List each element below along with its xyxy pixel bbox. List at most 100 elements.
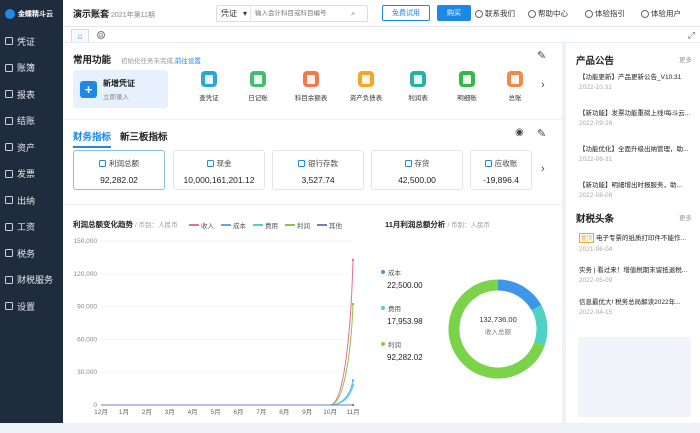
home-tab[interactable]: ⌂ <box>71 29 89 42</box>
function-item-4[interactable]: 利润表 <box>396 71 440 102</box>
sidebar-item-8[interactable]: 税务 <box>0 240 63 267</box>
legend-item[interactable]: 收入 <box>189 220 214 230</box>
sidebar-item-2[interactable]: 报表 <box>0 81 63 108</box>
y-tick-label: 90,000 <box>77 304 97 311</box>
sidebar-item-7[interactable]: 工资 <box>0 214 63 241</box>
asset-icon <box>5 143 13 152</box>
function-item-2[interactable]: 科目余额表 <box>289 71 333 102</box>
tab-financial-indicators[interactable]: 财务指标 <box>73 129 112 148</box>
sidebar-item-5[interactable]: 发票 <box>0 161 63 188</box>
contact-us-link[interactable]: 联系我们 <box>475 8 515 19</box>
sidebar-item-10[interactable]: 设置 <box>0 293 63 320</box>
user-menu[interactable]: 体验用户 <box>641 8 681 19</box>
edit-icon[interactable]: ✎ <box>537 49 546 62</box>
metric-value: 92,282.02 <box>100 175 138 185</box>
announcement-date: 2022-10.31 <box>579 84 612 91</box>
help-icon <box>528 9 536 18</box>
series-point <box>351 379 355 382</box>
tax-news-item[interactable]: 实务 | 看过来！增值税期末留抵退税... 2022-05-09 <box>579 264 694 284</box>
metric-label: 现金 <box>216 159 232 168</box>
function-item-3[interactable]: 资产负债表 <box>344 71 388 102</box>
function-item-0[interactable]: 查凭证 <box>187 71 231 102</box>
brand-logo[interactable]: 金蝶精斗云 <box>0 0 63 28</box>
edit-indicators-icon[interactable]: ✎ <box>537 127 546 140</box>
metric-card-0[interactable]: 利润总额 92,282.02 <box>73 150 165 190</box>
tab-more-icon[interactable]: ⊙ <box>97 31 105 39</box>
announcement-text: 【功能更新】产品更新公告_V10.31 <box>579 74 682 81</box>
metric-label-row: 存货 <box>372 158 462 169</box>
announcement-item[interactable]: 【新功能】发票功能重磅上线!每斗云... 2022-09-26 <box>579 107 694 127</box>
new-voucher-label: 新增凭证 <box>103 78 135 88</box>
tax-news-item[interactable]: 置顶 电子专票的纸质打印件不能作... 2021-06-04 <box>579 232 694 253</box>
function-item-6[interactable]: 总账 <box>493 71 537 102</box>
search-input[interactable] <box>255 10 351 17</box>
donut-legend-label: 利润 <box>388 342 401 349</box>
go-settings-link[interactable]: 前往设置 <box>175 58 201 65</box>
series-point <box>351 302 355 306</box>
tab-neeq-indicators[interactable]: 新三板指标 <box>120 129 168 143</box>
metric-icon <box>298 160 305 167</box>
search-icon[interactable]: ⌕ <box>351 9 355 19</box>
cashier-icon <box>5 196 13 205</box>
sidebar-item-1[interactable]: 账簿 <box>0 55 63 82</box>
metric-card-3[interactable]: 存货 42,500.00 <box>371 150 463 190</box>
legend-dot <box>381 306 385 310</box>
chevron-right-icon[interactable]: › <box>541 79 545 91</box>
sidebar-item-3[interactable]: 结账 <box>0 108 63 135</box>
announcement-item[interactable]: 【新功能】明細增出时报服务，助... 2022-08-08 <box>579 179 694 199</box>
donut-legend-value: 17,953.98 <box>387 317 423 326</box>
account-title[interactable]: 演示账套 2021年第11期 <box>73 7 155 20</box>
function-item-1[interactable]: 日记账 <box>236 71 280 102</box>
legend-label: 利润 <box>297 223 310 230</box>
function-icon <box>303 71 319 87</box>
series-line-0 <box>101 259 354 406</box>
buy-button[interactable]: 购买 <box>437 5 471 21</box>
tax-news-title: 财税头条 <box>576 214 615 225</box>
metric-label: 利润总额 <box>109 159 139 168</box>
legend-item[interactable]: 成本 <box>221 220 246 230</box>
trend-legend: 收入 成本 费用 利润 其他 <box>189 220 342 230</box>
search-type-select[interactable]: 凭证 ▾ <box>217 6 251 21</box>
tax-news-item[interactable]: 信息最优大! 税务总局解读2022年... 2022-04-15 <box>579 296 694 316</box>
metric-card-1[interactable]: 现金 10,000,161,201.12 <box>173 150 265 190</box>
sidebar-item-9[interactable]: 财税服务 <box>0 267 63 294</box>
announcement-item[interactable]: 【功能优化】全面升级出纳管理，助... 2022-08-31 <box>579 143 694 163</box>
legend-swatch <box>221 224 231 226</box>
function-icon <box>459 71 475 87</box>
sidebar-item-4[interactable]: 资产 <box>0 134 63 161</box>
function-label: 日记账 <box>248 95 268 102</box>
guide-link[interactable]: 体验指引 <box>585 8 625 19</box>
function-item-5[interactable]: 明细账 <box>445 71 489 102</box>
legend-item[interactable]: 其他 <box>317 220 342 230</box>
y-tick-label: 120,000 <box>74 271 98 278</box>
legend-item[interactable]: 费用 <box>253 220 278 230</box>
help-center-link[interactable]: 帮助中心 <box>528 8 568 19</box>
series-point <box>351 403 355 407</box>
document-icon <box>362 74 370 84</box>
sidebar-item-label: 报表 <box>17 89 36 100</box>
metric-label-row: 现金 <box>174 158 264 169</box>
fullscreen-icon[interactable]: ⤢ <box>688 30 695 41</box>
promo-banner[interactable] <box>578 337 691 417</box>
legend-item[interactable]: 利润 <box>285 220 310 230</box>
sidebar-item-6[interactable]: 出纳 <box>0 187 63 214</box>
announcements-more-link[interactable]: 更多 <box>679 54 692 64</box>
free-trial-button[interactable]: 免费试用 <box>382 5 430 21</box>
donut-center-value: 132,736.00 <box>479 315 517 324</box>
tax-news-text: 实务 | 看过来！增值税期末留抵退税... <box>579 267 688 274</box>
new-voucher-card[interactable]: + 新增凭证 立即录入 <box>73 70 168 108</box>
init-hint: 初始化任务未完成,前往设置 <box>121 58 201 65</box>
eye-icon[interactable]: ◉ <box>515 127 524 138</box>
metrics-next-icon[interactable]: › <box>541 163 545 175</box>
document-icon <box>463 74 471 84</box>
tax-news-more-link[interactable]: 更多 <box>679 212 692 222</box>
legend-label: 收入 <box>201 223 214 230</box>
announcement-item[interactable]: 【功能更新】产品更新公告_V10.31 2022-10.31 <box>579 71 694 91</box>
announcement-text: 【新功能】明細增出时报服务，助... <box>579 182 682 189</box>
document-icon <box>205 74 213 84</box>
sidebar-item-label: 设置 <box>17 301 36 312</box>
voucher-icon <box>5 37 13 46</box>
metric-card-2[interactable]: 银行存款 3,527.74 <box>272 150 364 190</box>
sidebar-item-0[interactable]: 凭证 <box>0 28 63 55</box>
metric-card-4[interactable]: 应收账 -19,896.4 <box>470 150 532 190</box>
